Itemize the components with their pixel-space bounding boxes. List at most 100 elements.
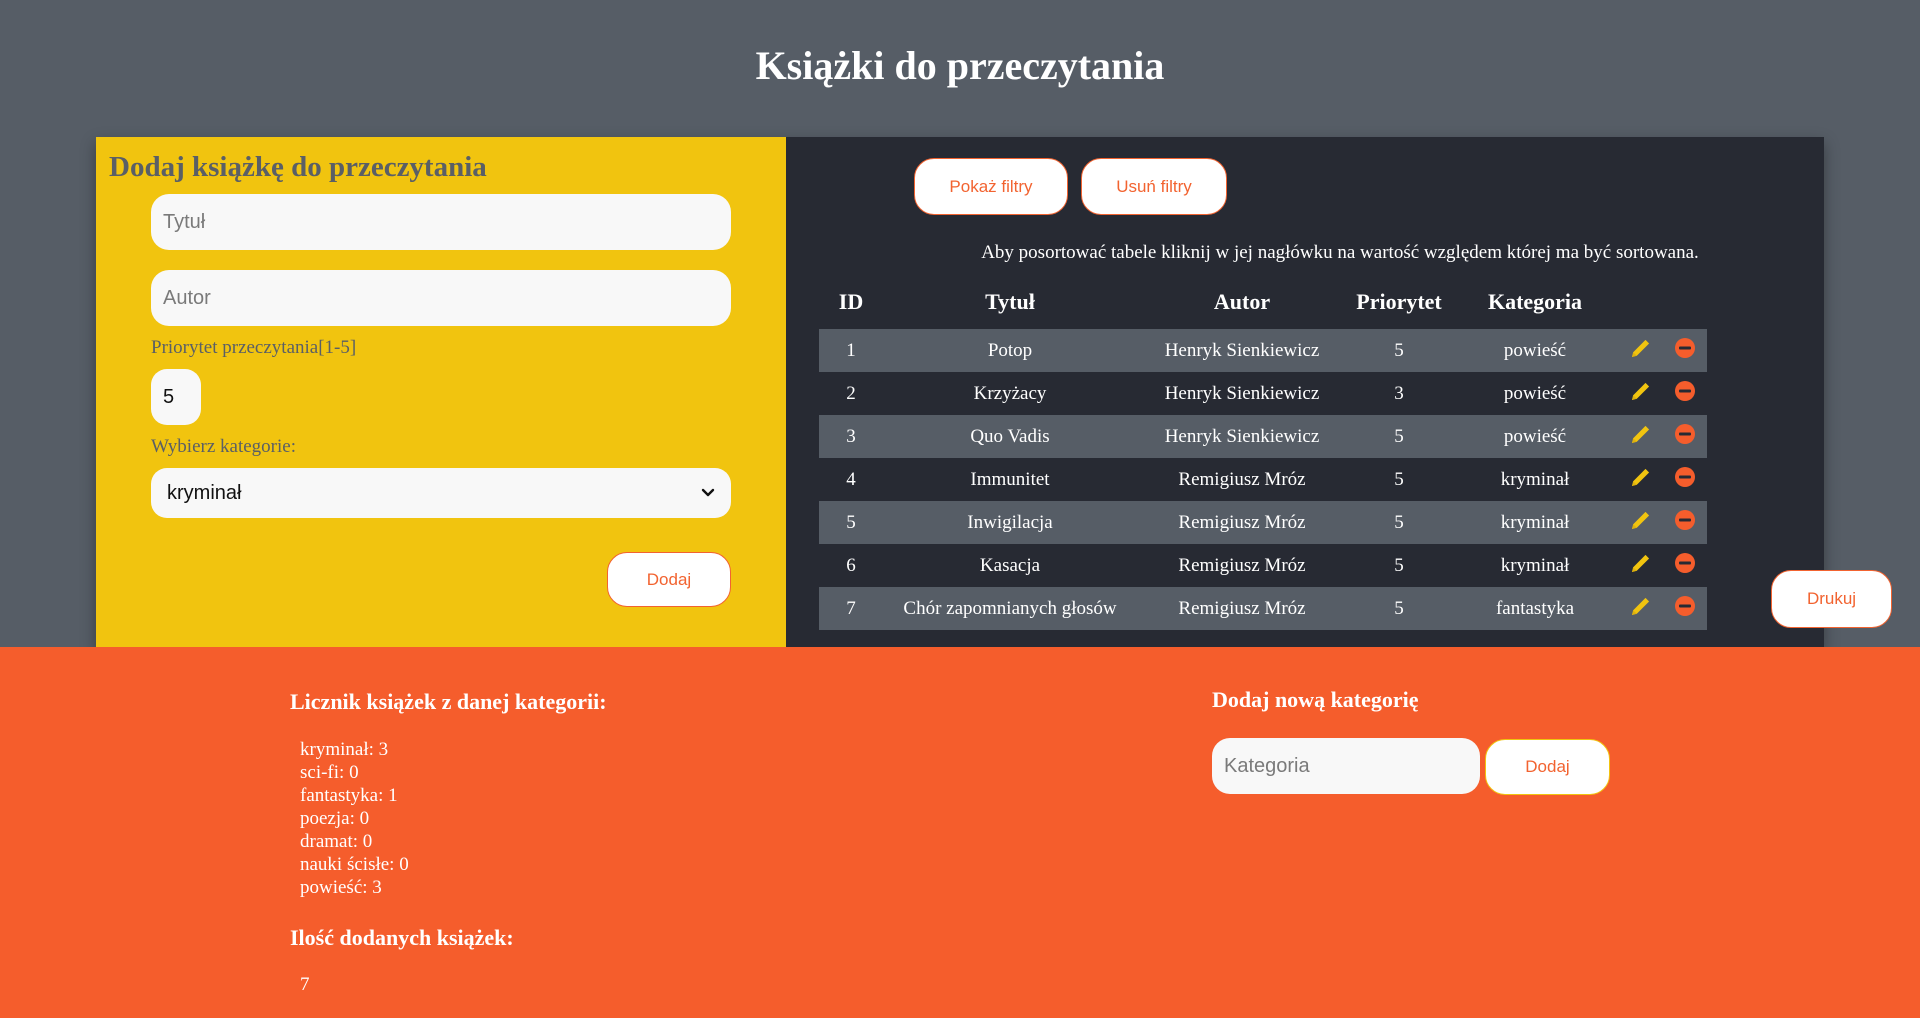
table-row: 4 Immunitet Remigiusz Mróz 5 kryminał xyxy=(819,458,1707,501)
pencil-icon[interactable] xyxy=(1629,508,1653,538)
cell-title: Chór zapomnianych głosów xyxy=(883,587,1137,630)
cell-id: 6 xyxy=(819,544,883,587)
total-title: Ilość dodanych książek: xyxy=(290,925,514,950)
cell-author: Remigiusz Mróz xyxy=(1137,501,1347,544)
minus-circle-icon[interactable] xyxy=(1674,509,1696,537)
header-author[interactable]: Autor xyxy=(1137,275,1347,329)
header-priority[interactable]: Priorytet xyxy=(1347,275,1451,329)
counter-item: powieść: 3 xyxy=(300,877,382,898)
footer: Licznik książek z danej kategorii: krymi… xyxy=(0,647,1920,1018)
cell-priority: 5 xyxy=(1347,329,1451,372)
cell-priority: 5 xyxy=(1347,544,1451,587)
cell-category: powieść xyxy=(1451,415,1619,458)
show-filters-button[interactable]: Pokaż filtry xyxy=(914,158,1068,215)
cell-author: Remigiusz Mróz xyxy=(1137,544,1347,587)
table-row: 1 Potop Henryk Sienkiewicz 5 powieść xyxy=(819,329,1707,372)
header-edit xyxy=(1619,275,1663,329)
delete-cell xyxy=(1663,458,1707,501)
cell-author: Remigiusz Mróz xyxy=(1137,458,1347,501)
header-delete xyxy=(1663,275,1707,329)
delete-cell xyxy=(1663,587,1707,630)
total-value: 7 xyxy=(300,974,310,995)
cell-category: kryminał xyxy=(1451,544,1619,587)
minus-circle-icon[interactable] xyxy=(1674,552,1696,580)
delete-cell xyxy=(1663,329,1707,372)
edit-cell xyxy=(1619,587,1663,630)
header-id[interactable]: ID xyxy=(819,275,883,329)
pencil-icon[interactable] xyxy=(1629,465,1653,495)
edit-cell xyxy=(1619,501,1663,544)
counter-item: dramat: 0 xyxy=(300,831,373,852)
counter-item: sci-fi: 0 xyxy=(300,762,359,783)
cell-priority: 3 xyxy=(1347,372,1451,415)
minus-circle-icon[interactable] xyxy=(1674,380,1696,408)
add-book-panel: Dodaj książkę do przeczytania Priorytet … xyxy=(96,137,786,647)
cell-priority: 5 xyxy=(1347,458,1451,501)
category-select[interactable]: kryminał xyxy=(151,468,731,518)
new-category-input[interactable] xyxy=(1212,738,1480,794)
category-label: Wybierz kategorie: xyxy=(151,436,296,457)
minus-circle-icon[interactable] xyxy=(1674,595,1696,623)
title-input[interactable] xyxy=(151,194,731,250)
cell-title: Potop xyxy=(883,329,1137,372)
add-category-button[interactable]: Dodaj xyxy=(1485,739,1610,795)
pencil-icon[interactable] xyxy=(1629,379,1653,409)
cell-id: 5 xyxy=(819,501,883,544)
priority-input[interactable]: 5 xyxy=(151,369,201,425)
cell-category: fantastyka xyxy=(1451,587,1619,630)
table-row: 2 Krzyżacy Henryk Sienkiewicz 3 powieść xyxy=(819,372,1707,415)
table-row: 7 Chór zapomnianych głosów Remigiusz Mróz 5… xyxy=(819,587,1707,630)
delete-cell xyxy=(1663,415,1707,458)
header-category[interactable]: Kategoria xyxy=(1451,275,1619,329)
priority-label: Priorytet przeczytania[1-5] xyxy=(151,337,357,358)
main-panel: Dodaj książkę do przeczytania Priorytet … xyxy=(96,137,1892,647)
minus-circle-icon[interactable] xyxy=(1674,466,1696,494)
table-header-row: ID Tytuł Autor Priorytet Kategoria xyxy=(819,275,1707,329)
books-table: ID Tytuł Autor Priorytet Kategoria 1 Poto… xyxy=(819,275,1707,630)
print-button[interactable]: Drukuj xyxy=(1771,570,1892,628)
add-book-title: Dodaj książkę do przeczytania xyxy=(109,151,487,183)
minus-circle-icon[interactable] xyxy=(1674,423,1696,451)
category-counter-list: kryminał: 3 sci-fi: 0 fantastyka: 1 poezja:… xyxy=(300,738,409,899)
counter-item: kryminał: 3 xyxy=(300,739,389,760)
cell-title: Inwigilacja xyxy=(883,501,1137,544)
delete-cell xyxy=(1663,372,1707,415)
table-row: 6 Kasacja Remigiusz Mróz 5 kryminał xyxy=(819,544,1707,587)
sort-hint: Aby posortować tabele kliknij w jej nagł… xyxy=(981,242,1699,263)
counter-title: Licznik książek z danej kategorii: xyxy=(290,689,607,714)
author-input[interactable] xyxy=(151,270,731,326)
edit-cell xyxy=(1619,372,1663,415)
cell-title: Quo Vadis xyxy=(883,415,1137,458)
header-title[interactable]: Tytuł xyxy=(883,275,1137,329)
pencil-icon[interactable] xyxy=(1629,422,1653,452)
cell-title: Immunitet xyxy=(883,458,1137,501)
cell-author: Henryk Sienkiewicz xyxy=(1137,329,1347,372)
delete-cell xyxy=(1663,544,1707,587)
edit-cell xyxy=(1619,458,1663,501)
books-panel: Pokaż filtry Usuń filtry Aby posortować … xyxy=(786,137,1892,647)
cell-category: kryminał xyxy=(1451,458,1619,501)
cell-priority: 5 xyxy=(1347,415,1451,458)
edit-cell xyxy=(1619,544,1663,587)
counter-item: poezja: 0 xyxy=(300,808,370,829)
category-selected-value: kryminał xyxy=(167,481,242,504)
remove-filters-button[interactable]: Usuń filtry xyxy=(1081,158,1227,215)
counter-item: nauki ścisłe: 0 xyxy=(300,854,409,875)
add-book-button[interactable]: Dodaj xyxy=(607,552,731,607)
cell-category: powieść xyxy=(1451,372,1619,415)
cell-title: Kasacja xyxy=(883,544,1137,587)
new-category-title: Dodaj nową kategorię xyxy=(1212,687,1419,712)
priority-value: 5 xyxy=(163,385,175,408)
delete-cell xyxy=(1663,501,1707,544)
minus-circle-icon[interactable] xyxy=(1674,337,1696,365)
pencil-icon[interactable] xyxy=(1629,336,1653,366)
cell-id: 1 xyxy=(819,329,883,372)
cell-author: Henryk Sienkiewicz xyxy=(1137,372,1347,415)
chevron-down-icon xyxy=(701,488,715,497)
cell-title: Krzyżacy xyxy=(883,372,1137,415)
pencil-icon[interactable] xyxy=(1629,594,1653,624)
pencil-icon[interactable] xyxy=(1629,551,1653,581)
table-row: 3 Quo Vadis Henryk Sienkiewicz 5 powieść xyxy=(819,415,1707,458)
cell-category: kryminał xyxy=(1451,501,1619,544)
cell-author: Henryk Sienkiewicz xyxy=(1137,415,1347,458)
